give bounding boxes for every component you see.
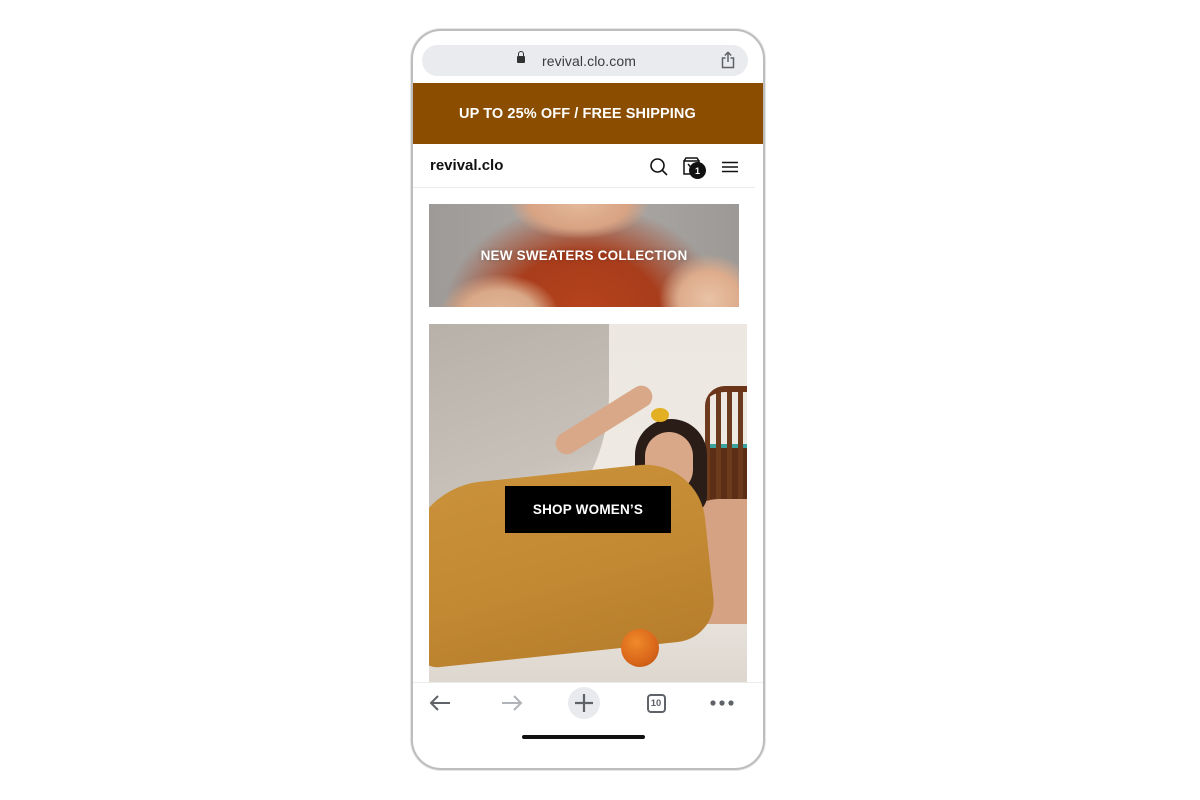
plus-icon[interactable] [568,687,600,719]
women-hero-image[interactable]: SHOP WOMEN’S [429,324,747,686]
site-header: revival.clo 1 [413,144,755,188]
forward-arrow-icon[interactable] [496,687,528,719]
browser-toolbar: 10 [413,682,763,722]
lock-icon [517,51,525,65]
home-indicator [522,735,645,739]
tab-count: 10 [646,693,666,713]
cart-count-badge: 1 [689,162,706,179]
promo-banner: UP TO 25% OFF / FREE SHIPPING [413,83,763,144]
share-icon[interactable] [721,51,735,69]
back-arrow-icon[interactable] [424,687,456,719]
shop-womens-button[interactable]: SHOP WOMEN’S [505,486,671,533]
tabs-icon[interactable]: 10 [640,687,672,719]
brand-logo[interactable]: revival.clo [430,157,503,174]
hamburger-menu-icon[interactable] [719,156,741,178]
url-text: revival.clo.com [541,52,637,69]
address-bar[interactable]: revival.clo.com [422,45,748,76]
sweaters-collection-banner[interactable]: NEW SWEATERS COLLECTION [429,204,739,307]
sweaters-collection-title: NEW SWEATERS COLLECTION [480,248,688,263]
phone-frame: revival.clo.com UP TO 25% OFF / FREE SHI… [411,29,765,770]
more-dots-icon[interactable] [706,687,738,719]
promo-text: UP TO 25% OFF / FREE SHIPPING [459,105,696,122]
search-icon[interactable] [648,156,670,178]
